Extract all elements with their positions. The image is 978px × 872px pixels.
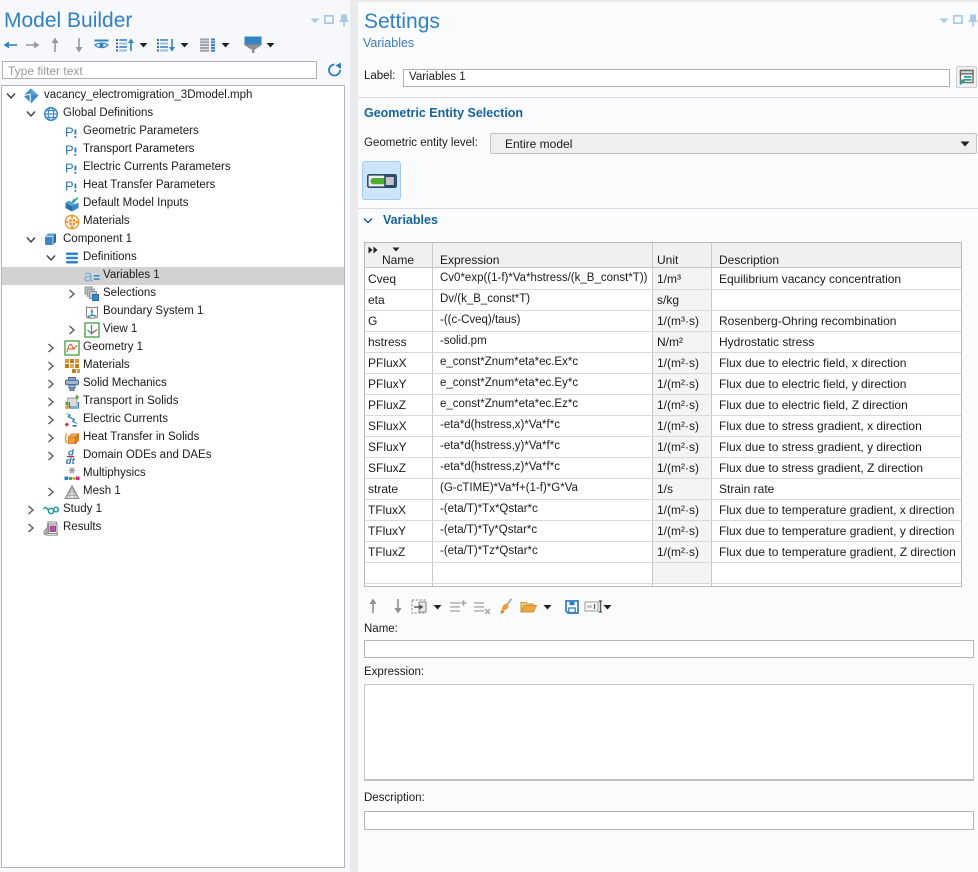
svg-text:dt: dt — [66, 456, 76, 464]
svg-text:a: a — [84, 268, 94, 284]
svg-text:P: P — [65, 125, 74, 140]
svg-text:P: P — [65, 179, 74, 194]
svg-text:P: P — [65, 143, 74, 158]
svg-text:P: P — [65, 161, 74, 176]
